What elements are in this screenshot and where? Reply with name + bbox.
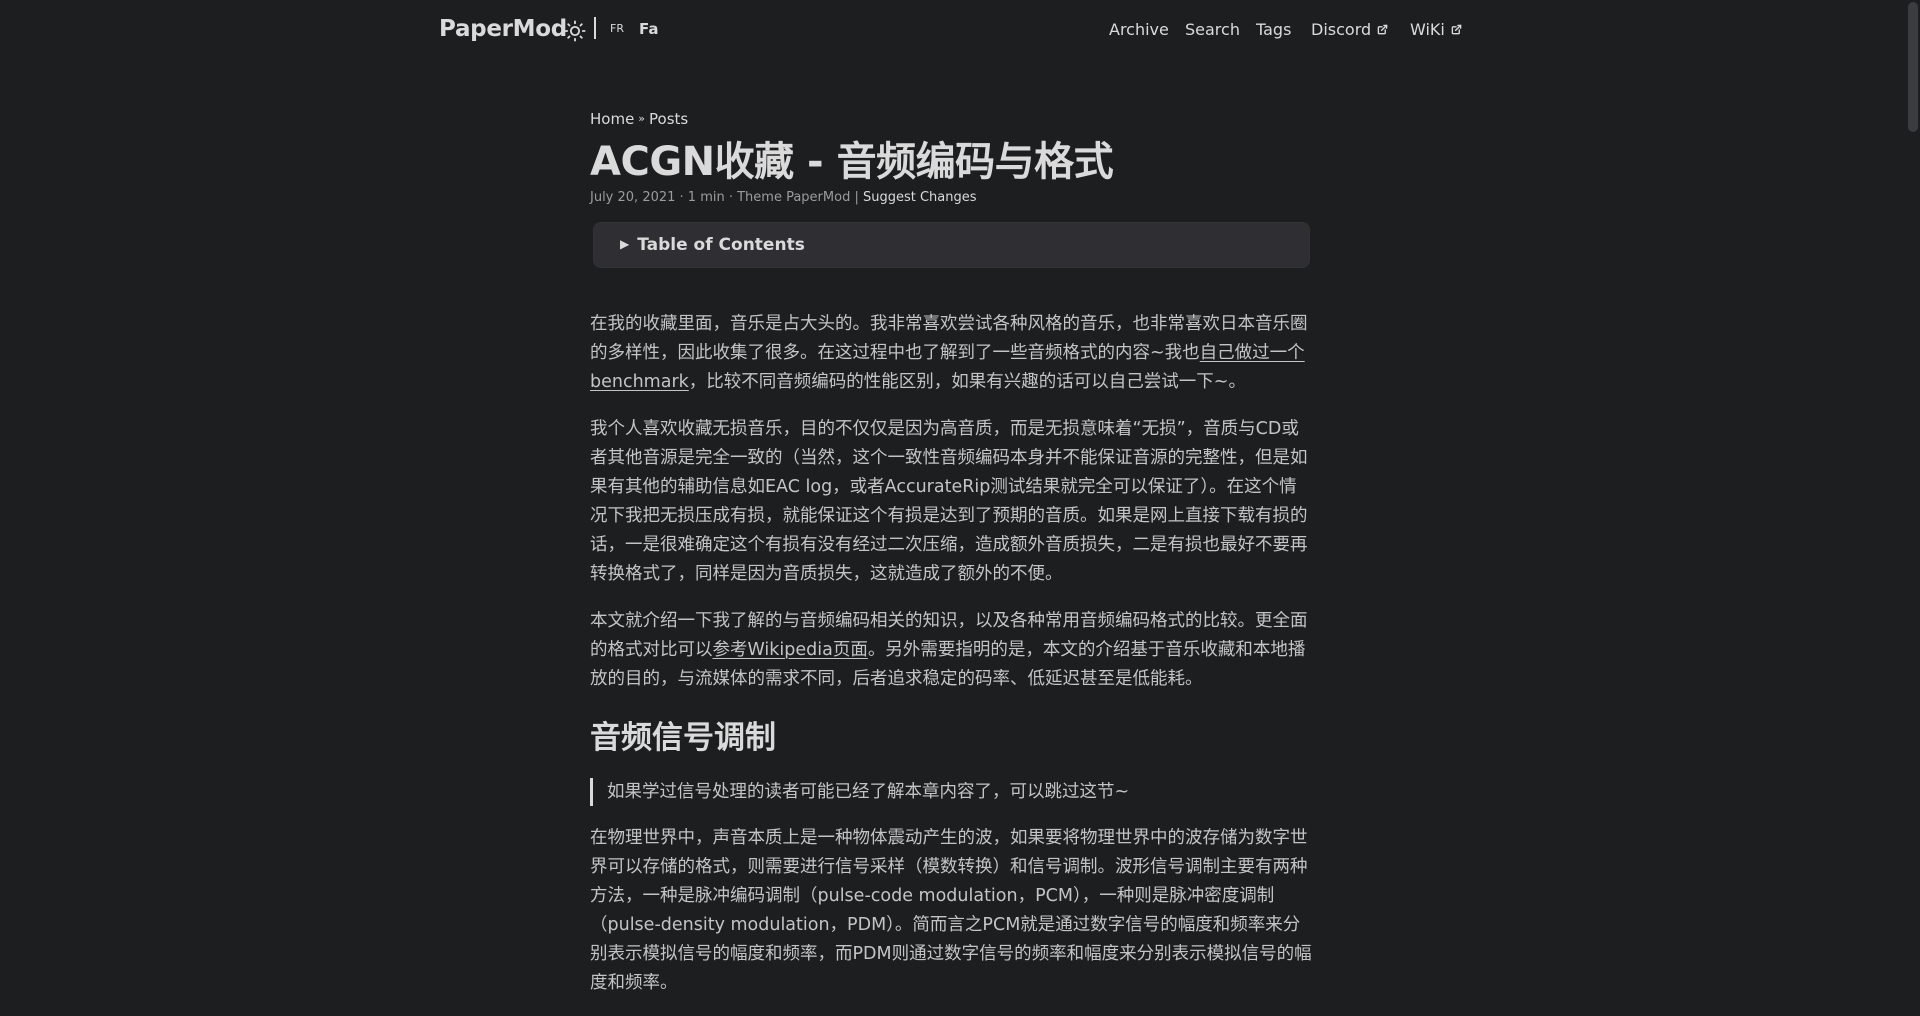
nav-wiki-label: WiKi bbox=[1410, 20, 1445, 39]
site-logo[interactable]: PaperMod bbox=[439, 16, 567, 42]
section-heading: 音频信号调制 bbox=[590, 720, 776, 756]
header-divider bbox=[594, 17, 596, 39]
breadcrumb-separator: » bbox=[638, 112, 646, 125]
post-title: ACGN收藏 - 音频编码与格式 bbox=[590, 139, 1114, 185]
breadcrumb-posts[interactable]: Posts bbox=[649, 110, 688, 128]
nav-search[interactable]: Search bbox=[1185, 20, 1240, 39]
nav-discord[interactable]: Discord bbox=[1311, 20, 1388, 39]
paragraph-text: ，比较不同音频编码的性能区别，如果有兴趣的话可以自己尝试一下~。 bbox=[688, 372, 1246, 392]
post-content: 在我的收藏里面，音乐是占大头的。我非常喜欢尝试各种风格的音乐，也非常喜欢日本音乐… bbox=[590, 310, 1312, 998]
paragraph: 在我的收藏里面，音乐是占大头的。我非常喜欢尝试各种风格的音乐，也非常喜欢日本音乐… bbox=[590, 310, 1312, 397]
breadcrumb: Home » Posts bbox=[590, 110, 1312, 132]
nav-wiki[interactable]: WiKi bbox=[1410, 20, 1462, 39]
nav-discord-label: Discord bbox=[1311, 20, 1372, 39]
post-meta-info: July 20, 2021 · 1 min · Theme PaperMod | bbox=[590, 190, 863, 205]
table-of-contents-toggle[interactable]: ▶ Table of Contents bbox=[593, 222, 1310, 268]
theme-toggle-sun-icon[interactable] bbox=[564, 20, 586, 42]
wikipedia-link[interactable]: 参考Wikipedia页面 bbox=[713, 640, 868, 660]
site-header: PaperMod FR Fa Archive Search Tags Disco… bbox=[0, 0, 1905, 62]
disclosure-triangle-icon: ▶ bbox=[620, 237, 630, 251]
scrollbar-thumb[interactable] bbox=[1908, 2, 1918, 132]
lang-switch-fa[interactable]: Fa bbox=[639, 20, 659, 38]
suggest-changes-link[interactable]: Suggest Changes bbox=[863, 190, 977, 205]
toc-label: Table of Contents bbox=[637, 235, 805, 255]
paragraph: 在物理世界中，声音本质上是一种物体震动产生的波，如果要将物理世界中的波存储为数字… bbox=[590, 828, 1312, 993]
post-main: Home » Posts ACGN收藏 - 音频编码与格式 July 20, 202… bbox=[590, 110, 1312, 1016]
paragraph: 本文就介绍一下我了解的与音频编码相关的知识，以及各种常用音频编码格式的比较。更全… bbox=[590, 607, 1312, 694]
blockquote: 如果学过信号处理的读者可能已经了解本章内容了，可以跳过这节~ bbox=[590, 778, 1312, 806]
page-scrollbar[interactable] bbox=[1905, 0, 1920, 969]
paragraph: 我个人喜欢收藏无损音乐，目的不仅仅是因为高音质，而是无损意味着“无损”，音质与C… bbox=[590, 419, 1308, 584]
breadcrumb-home[interactable]: Home bbox=[590, 110, 634, 128]
post-meta: July 20, 2021 · 1 min · Theme PaperMod |… bbox=[590, 190, 1312, 210]
lang-switch-fr[interactable]: FR bbox=[610, 22, 624, 35]
nav-tags[interactable]: Tags bbox=[1256, 20, 1291, 39]
nav-archive[interactable]: Archive bbox=[1109, 20, 1169, 39]
external-link-icon bbox=[1377, 20, 1388, 39]
external-link-icon bbox=[1451, 20, 1462, 39]
